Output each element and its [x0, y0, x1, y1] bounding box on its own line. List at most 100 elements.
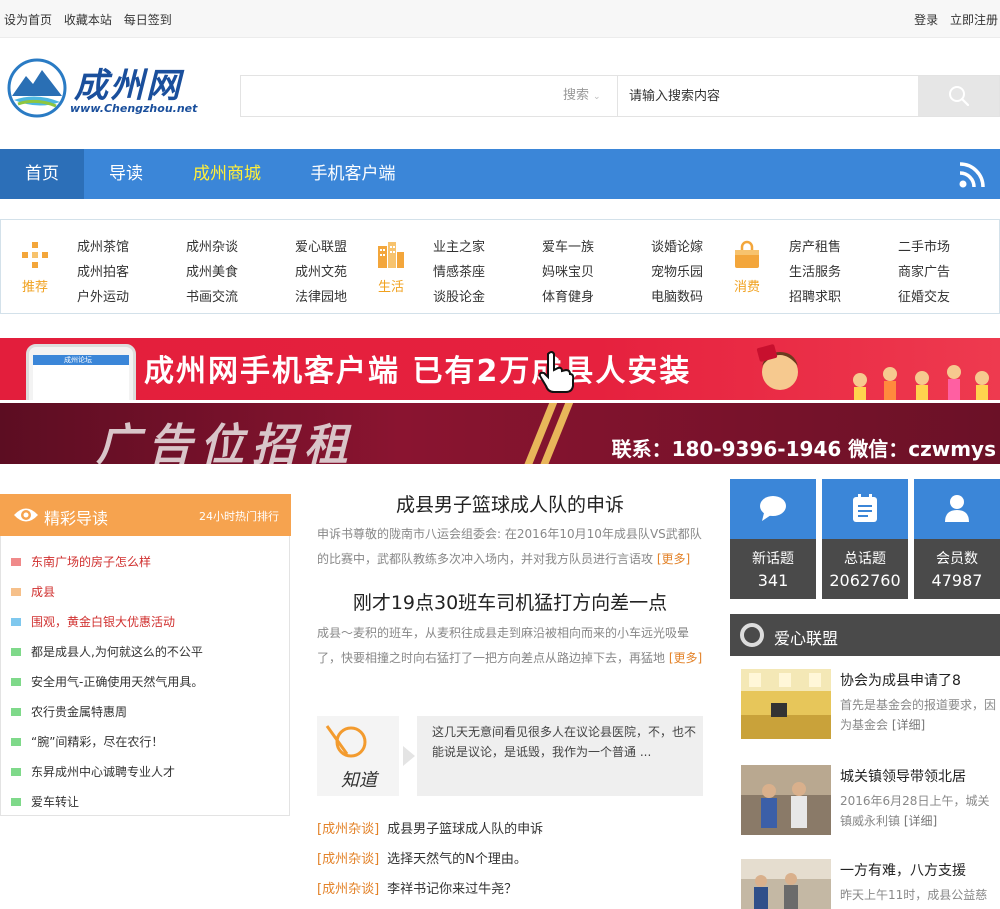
- category-link[interactable]: 征婚交友: [898, 286, 950, 305]
- article-title[interactable]: 刚才19点30班车司机猛打方向差一点: [317, 588, 703, 615]
- category-link[interactable]: 成州拍客: [77, 261, 129, 280]
- nav-item-guide[interactable]: 导读: [84, 149, 168, 199]
- ad-space-banner-text: 广告位招租: [96, 420, 356, 464]
- more-link[interactable]: [更多]: [657, 552, 690, 566]
- hot-list-item-text: 东南广场的房子怎么样: [31, 555, 152, 569]
- hall-photo-icon: [741, 669, 831, 739]
- hand-cursor-icon: [538, 351, 575, 393]
- charity-alliance-title: 爱心联盟: [774, 629, 839, 648]
- charity-alliance-header: 爱心联盟: [730, 614, 1000, 656]
- nav-item-mall[interactable]: 成州商城: [168, 149, 286, 199]
- category-link[interactable]: 房产租售: [789, 236, 841, 255]
- topic-link[interactable]: [成州杂谈] 成县男子篮球成人队的申诉: [317, 818, 543, 837]
- category-link[interactable]: 体育健身: [542, 286, 594, 305]
- category-link[interactable]: 妈咪宝贝: [542, 261, 594, 280]
- stat-new-topics: 新话题 341: [730, 479, 816, 599]
- bookmark-site-link[interactable]: 收藏本站: [64, 13, 112, 27]
- hot-list-item[interactable]: 东昇成州中心诚聘专业人才: [11, 763, 175, 780]
- category-group-label: 消费: [733, 280, 760, 295]
- nav-item-home[interactable]: 首页: [0, 149, 84, 199]
- stat-value: 2062760: [829, 571, 901, 590]
- main-nav: 首页 导读 成州商城 手机客户端: [0, 149, 1000, 199]
- category-link[interactable]: 谈婚论嫁: [651, 236, 703, 255]
- eye-icon: [14, 508, 38, 522]
- hot-list-item[interactable]: “腕”间精彩，尽在农行！: [11, 733, 163, 750]
- topic-link[interactable]: [成州杂谈] 选择天然气的N个理由。: [317, 848, 527, 867]
- article-summary: 申诉书尊敬的陇南市八运会组委会: 在2016年10月10年成县队VS武都队的比赛…: [317, 527, 702, 566]
- category-link[interactable]: 宠物乐园: [651, 261, 703, 280]
- topic-tag: [成州杂谈]: [317, 882, 380, 897]
- more-link[interactable]: [更多]: [669, 651, 702, 665]
- category-link[interactable]: 户外运动: [77, 286, 129, 305]
- charity-item-title[interactable]: 城关镇领导带领北居: [840, 766, 966, 786]
- category-link[interactable]: 成州美食: [186, 261, 238, 280]
- category-link[interactable]: 二手市场: [898, 236, 950, 255]
- phone-screen: 成州论坛: [33, 355, 129, 400]
- stat-label: 会员数: [936, 551, 978, 567]
- hot-list-item-text: 围观，黄金白银大优惠活动: [31, 615, 176, 629]
- hot-list-item[interactable]: 爱车转让: [11, 793, 79, 810]
- stat-value: 47987: [931, 571, 983, 590]
- hot-list-item-text: 都是成县人,为何就这么的不公平: [31, 645, 203, 659]
- category-link[interactable]: 成州茶馆: [77, 236, 129, 255]
- charity-thumbnail[interactable]: [741, 765, 831, 835]
- site-logo[interactable]: 成州网 www.Chengzhou.net: [6, 56, 206, 120]
- rss-icon[interactable]: [958, 161, 986, 189]
- category-link[interactable]: 爱心联盟: [295, 236, 347, 255]
- article-title[interactable]: 成县男子篮球成人队的申诉: [317, 490, 703, 517]
- register-link[interactable]: 立即注册: [950, 13, 998, 27]
- topic-link[interactable]: [成州杂谈] 李祥书记你来过牛尧？: [317, 878, 517, 897]
- category-link[interactable]: 法律园地: [295, 286, 347, 305]
- hot-list-item[interactable]: 安全用气-正确使用天然气用具。: [11, 673, 203, 690]
- bullet-square-icon: [11, 648, 21, 656]
- mobile-client-banner[interactable]: 成州论坛 成州网手机客户端 已有2万成县人安装: [0, 338, 1000, 400]
- category-link[interactable]: 谈股论金: [433, 286, 485, 305]
- category-link[interactable]: 招聘求职: [789, 286, 841, 305]
- detail-link[interactable]: [详细]: [904, 814, 937, 828]
- hot-list-item-text: 安全用气-正确使用天然气用具。: [31, 675, 204, 689]
- category-link[interactable]: 书画交流: [186, 286, 238, 305]
- bullet-square-icon: [11, 588, 21, 596]
- hot-list-item[interactable]: 东南广场的房子怎么样: [11, 553, 151, 570]
- ring-icon: [740, 623, 764, 647]
- category-link[interactable]: 生活服务: [789, 261, 841, 280]
- charity-thumbnail[interactable]: [741, 669, 831, 739]
- shopping-bag-icon: [735, 240, 759, 268]
- chevron-down-icon: ⌄: [593, 92, 601, 102]
- category-link[interactable]: 业主之家: [433, 236, 485, 255]
- hot-list-item[interactable]: 围观，黄金白银大优惠活动: [11, 613, 175, 630]
- article-summary: 成县～麦积的班车，从麦积往成县走到麻沿被相向而来的小车远光吸晕了，快要相撞之时向…: [317, 626, 703, 665]
- hot-list-item[interactable]: 成县: [11, 583, 55, 600]
- ad-space-banner[interactable]: 广告位招租 联系：180-9396-1946 微信：czwmys: [0, 403, 1000, 464]
- charity-thumbnail[interactable]: [741, 859, 831, 909]
- category-link[interactable]: 情感茶座: [433, 261, 485, 280]
- zhidao-card[interactable]: 知道 这几天无意间看见很多人在议论县医院，不，也不能说是议论，是诋毁，我作为一个…: [317, 716, 703, 796]
- phone-mockup: 成州论坛: [26, 344, 136, 400]
- detail-link[interactable]: [详细]: [892, 718, 925, 732]
- hot-list-item[interactable]: 都是成县人,为何就这么的不公平: [11, 643, 203, 660]
- daily-checkin-link[interactable]: 每日签到: [124, 13, 172, 27]
- stat-value: 341: [757, 571, 789, 590]
- charity-item-title[interactable]: 一方有难，八方支援: [840, 860, 966, 880]
- nav-item-mobile-client[interactable]: 手机客户端: [286, 149, 420, 199]
- category-link[interactable]: 商家广告: [898, 261, 950, 280]
- hot-list-item-text: 东昇成州中心诚聘专业人才: [31, 765, 176, 779]
- featured-guide-panel: 精彩导读 24小时热门排行 东南广场的房子怎么样 成县 围观，黄金白银大优惠活动 都是…: [0, 494, 291, 816]
- clipboard-icon: [853, 494, 877, 522]
- category-link[interactable]: 电脑数码: [651, 286, 703, 305]
- hot-list-item-text: 爱车转让: [31, 795, 80, 809]
- category-link[interactable]: 成州杂谈: [186, 236, 238, 255]
- charity-item-title[interactable]: 协会为成县申请了8: [840, 670, 961, 690]
- support-photo-icon: [741, 859, 831, 909]
- search-button[interactable]: [918, 76, 999, 116]
- hot-list-item[interactable]: 农行贵金属特惠周: [11, 703, 127, 720]
- stat-members: 会员数 47987: [914, 479, 1000, 599]
- search-icon: [949, 86, 970, 107]
- category-link[interactable]: 爱车一族: [542, 236, 594, 255]
- ad-contact-text: 联系：180-9396-1946 微信：czwmys: [611, 437, 996, 461]
- login-link[interactable]: 登录: [914, 13, 938, 27]
- search-input[interactable]: [619, 76, 919, 116]
- search-category-select[interactable]: 搜索 ⌄: [563, 76, 617, 116]
- category-link[interactable]: 成州文苑: [295, 261, 347, 280]
- set-homepage-link[interactable]: 设为首页: [4, 13, 52, 27]
